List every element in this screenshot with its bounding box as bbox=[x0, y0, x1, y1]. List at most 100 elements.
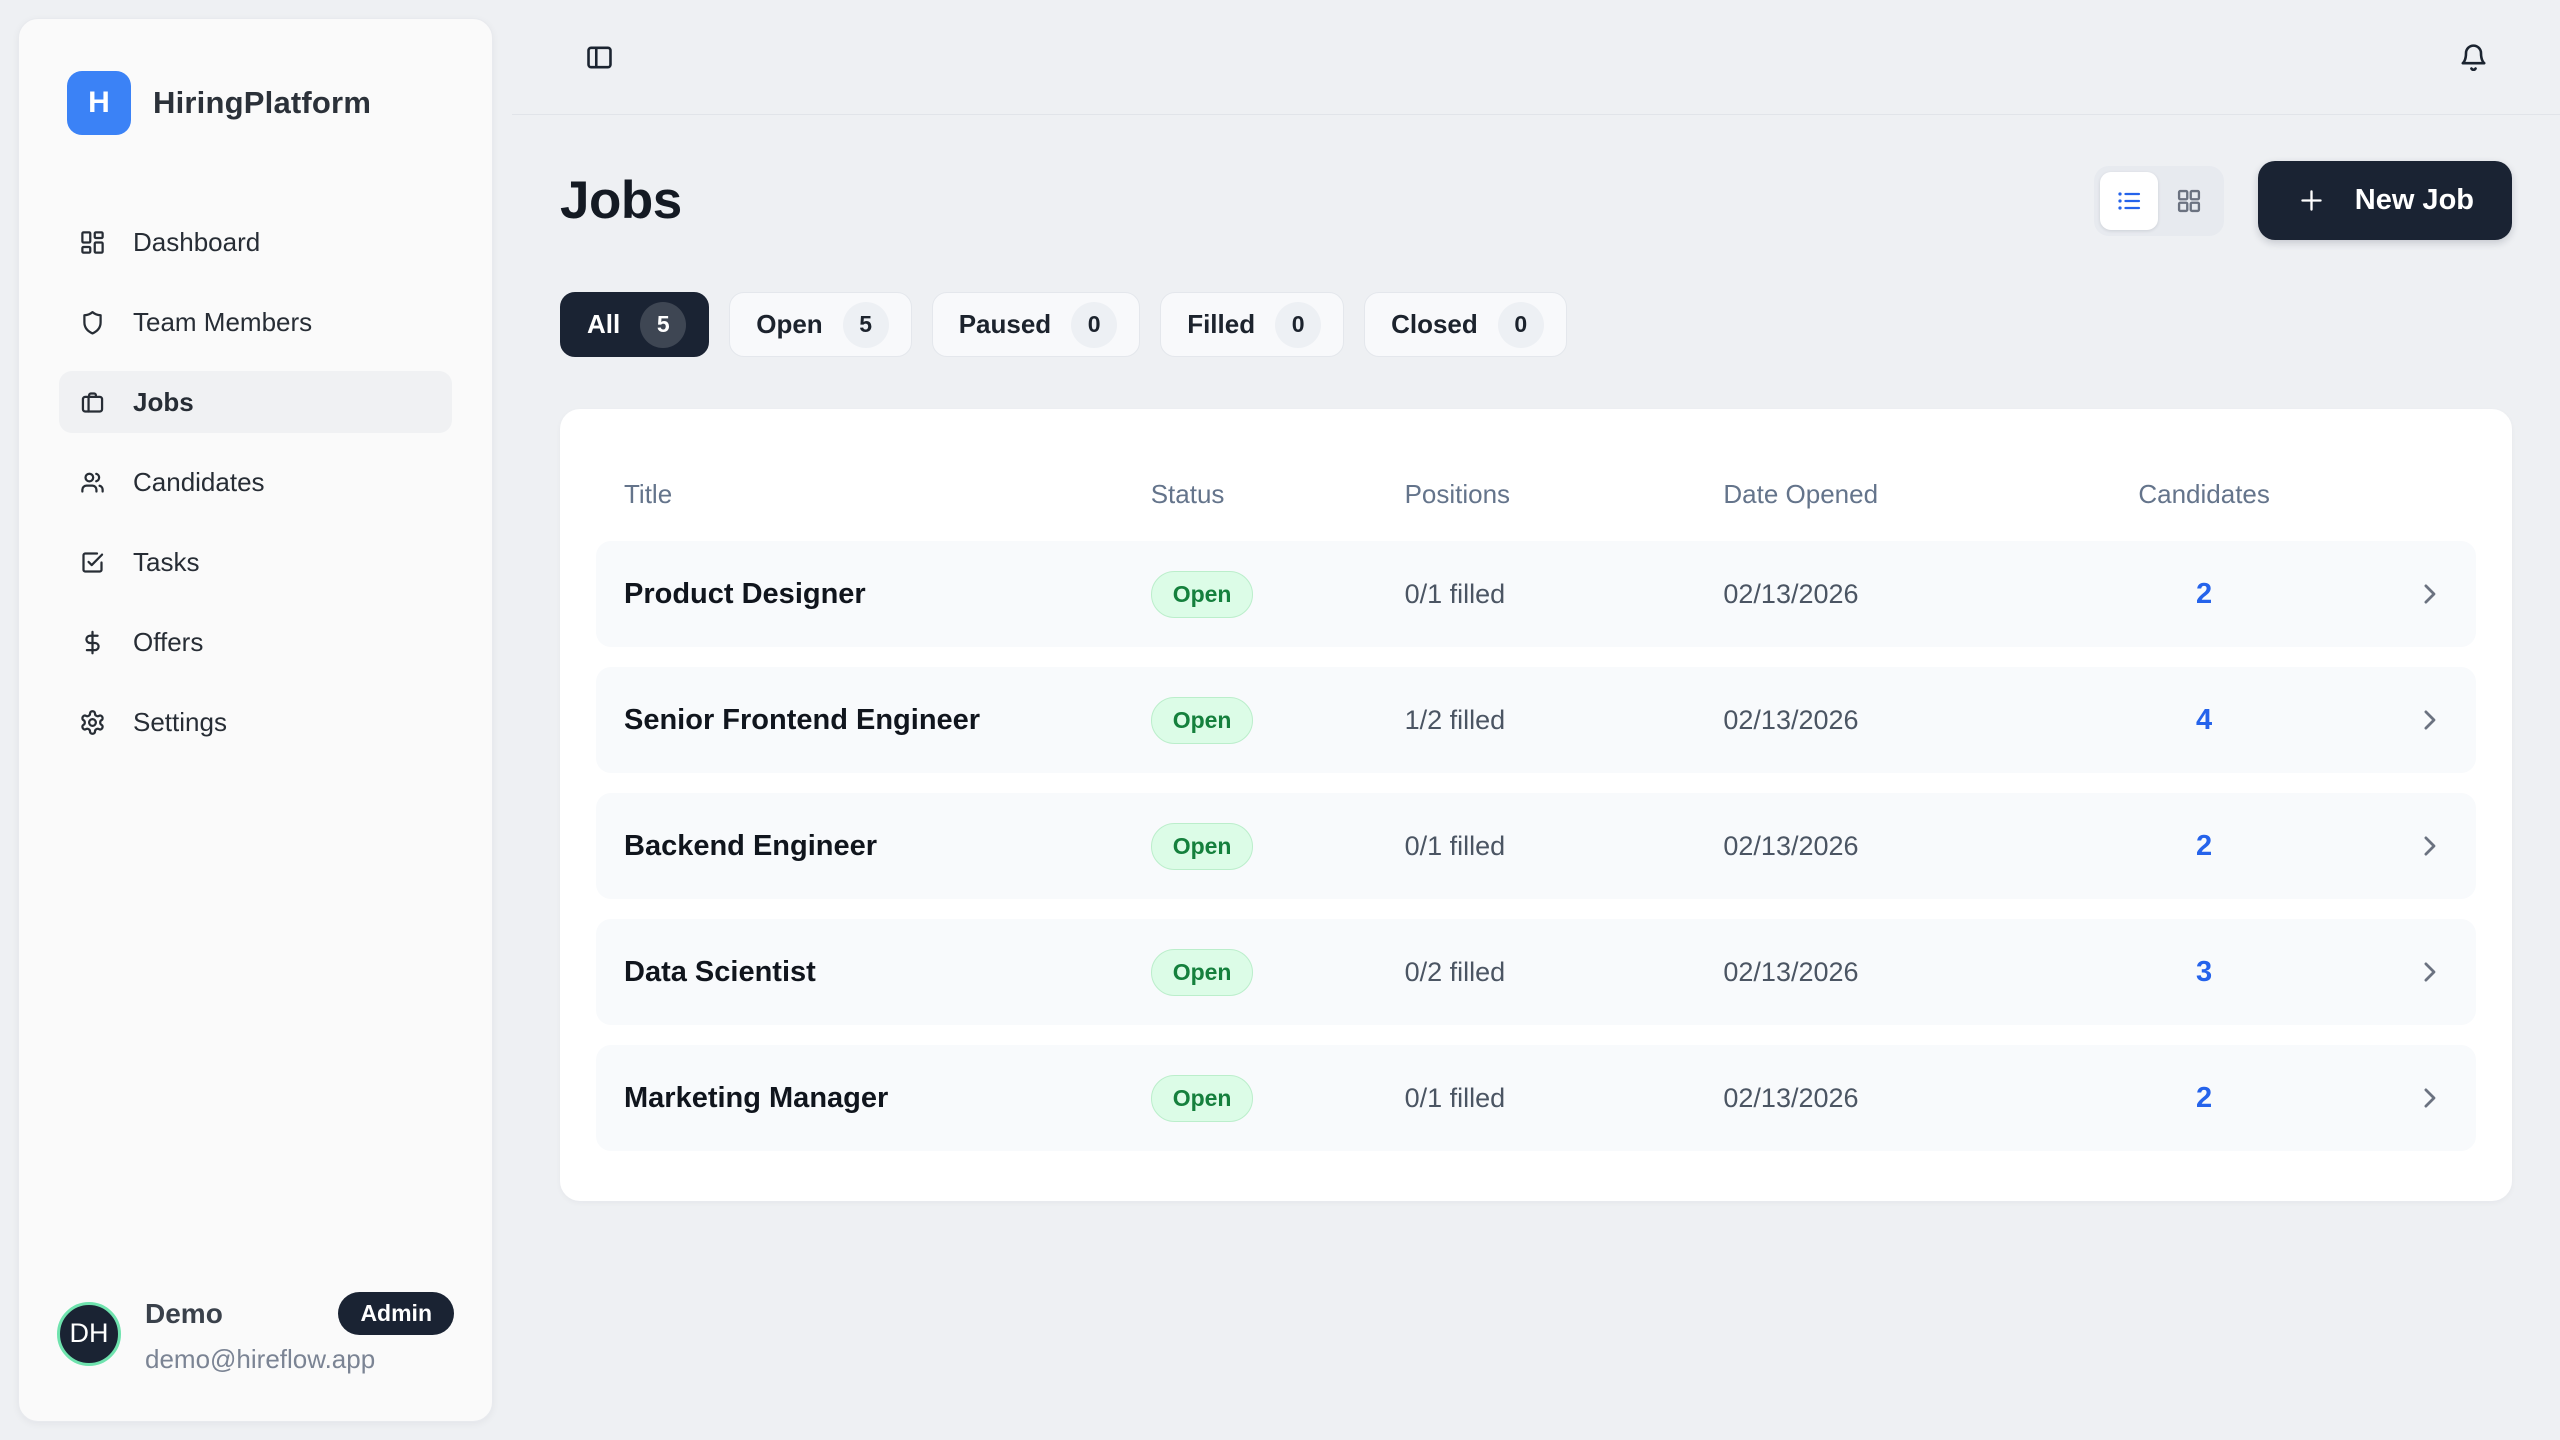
user-info: Demo Admin demo@hireflow.app bbox=[145, 1292, 454, 1375]
sidebar-item-settings[interactable]: Settings bbox=[59, 691, 452, 753]
list-view-button[interactable] bbox=[2100, 172, 2158, 230]
brand: H HiringPlatform bbox=[19, 19, 492, 135]
job-positions: 0/1 filled bbox=[1405, 1083, 1724, 1114]
user-name: Demo bbox=[145, 1298, 223, 1330]
column-header-title: Title bbox=[624, 479, 1151, 510]
row-chevron[interactable] bbox=[2284, 1083, 2448, 1113]
job-date-opened: 02/13/2026 bbox=[1723, 705, 2124, 736]
table-row[interactable]: Marketing Manager Open 0/1 filled 02/13/… bbox=[596, 1045, 2476, 1151]
job-candidates-count[interactable]: 3 bbox=[2124, 956, 2284, 989]
job-date-opened: 02/13/2026 bbox=[1723, 831, 2124, 862]
new-job-button[interactable]: New Job bbox=[2258, 161, 2512, 240]
job-date-opened: 02/13/2026 bbox=[1723, 957, 2124, 988]
user-email: demo@hireflow.app bbox=[145, 1344, 454, 1375]
job-positions: 0/2 filled bbox=[1405, 957, 1724, 988]
job-candidates-count[interactable]: 2 bbox=[2124, 830, 2284, 863]
column-header-candidates: Candidates bbox=[2124, 479, 2284, 510]
page-title: Jobs bbox=[560, 170, 682, 231]
job-candidates-count[interactable]: 4 bbox=[2124, 704, 2284, 737]
row-chevron[interactable] bbox=[2284, 705, 2448, 735]
filter-paused[interactable]: Paused 0 bbox=[932, 292, 1141, 357]
table-row[interactable]: Data Scientist Open 0/2 filled 02/13/202… bbox=[596, 919, 2476, 1025]
filter-label: Filled bbox=[1187, 309, 1255, 340]
job-candidates-count[interactable]: 2 bbox=[2124, 578, 2284, 611]
filter-count-badge: 0 bbox=[1275, 302, 1321, 348]
column-header-date-opened: Date Opened bbox=[1723, 479, 2124, 510]
chevron-right-icon bbox=[2414, 1083, 2444, 1113]
list-icon bbox=[2115, 187, 2143, 215]
jobs-table-card: TitleStatusPositionsDate OpenedCandidate… bbox=[560, 409, 2512, 1201]
job-positions: 0/1 filled bbox=[1405, 831, 1724, 862]
brand-logo-icon: H bbox=[67, 71, 131, 135]
main-area: Jobs New Job All 5 Open 5 bbox=[512, 0, 2560, 1440]
job-positions: 0/1 filled bbox=[1405, 579, 1724, 610]
panel-left-icon bbox=[584, 42, 615, 73]
dollar-icon bbox=[79, 629, 106, 656]
chevron-right-icon bbox=[2414, 579, 2444, 609]
column-header-status: Status bbox=[1151, 479, 1405, 510]
job-date-opened: 02/13/2026 bbox=[1723, 1083, 2124, 1114]
brand-name: HiringPlatform bbox=[153, 85, 371, 121]
row-chevron[interactable] bbox=[2284, 579, 2448, 609]
plus-icon bbox=[2296, 185, 2327, 216]
table-body: Product Designer Open 0/1 filled 02/13/2… bbox=[596, 541, 2476, 1151]
job-title: Senior Frontend Engineer bbox=[624, 704, 1151, 737]
users-icon bbox=[79, 469, 106, 496]
sidebar: H HiringPlatform Dashboard Team Members … bbox=[18, 18, 493, 1422]
filter-filled[interactable]: Filled 0 bbox=[1160, 292, 1344, 357]
job-status-cell: Open bbox=[1151, 697, 1405, 744]
sidebar-item-candidates[interactable]: Candidates bbox=[59, 451, 452, 513]
content: Jobs New Job All 5 Open 5 bbox=[512, 115, 2560, 1440]
status-badge: Open bbox=[1151, 571, 1254, 618]
job-candidates-count[interactable]: 2 bbox=[2124, 1082, 2284, 1115]
job-title: Backend Engineer bbox=[624, 830, 1151, 863]
filter-closed[interactable]: Closed 0 bbox=[1364, 292, 1567, 357]
sidebar-nav: Dashboard Team Members Jobs Candidates T… bbox=[19, 211, 492, 753]
check-square-icon bbox=[79, 549, 106, 576]
status-badge: Open bbox=[1151, 823, 1254, 870]
chevron-right-icon bbox=[2414, 705, 2444, 735]
new-job-label: New Job bbox=[2355, 184, 2474, 217]
sidebar-item-tasks[interactable]: Tasks bbox=[59, 531, 452, 593]
filter-open[interactable]: Open 5 bbox=[729, 292, 911, 357]
filter-count-badge: 5 bbox=[843, 302, 889, 348]
grid-icon bbox=[2175, 187, 2203, 215]
user-section[interactable]: DH Demo Admin demo@hireflow.app bbox=[19, 1292, 492, 1421]
job-positions: 1/2 filled bbox=[1405, 705, 1724, 736]
job-title: Marketing Manager bbox=[624, 1082, 1151, 1115]
filter-label: Closed bbox=[1391, 309, 1478, 340]
job-date-opened: 02/13/2026 bbox=[1723, 579, 2124, 610]
sidebar-item-jobs[interactable]: Jobs bbox=[59, 371, 452, 433]
table-row[interactable]: Senior Frontend Engineer Open 1/2 filled… bbox=[596, 667, 2476, 773]
bell-icon bbox=[2458, 42, 2489, 73]
chevron-right-icon bbox=[2414, 957, 2444, 987]
status-badge: Open bbox=[1151, 949, 1254, 996]
notifications-button[interactable] bbox=[2450, 34, 2496, 80]
role-badge: Admin bbox=[338, 1292, 454, 1335]
sidebar-item-team-members[interactable]: Team Members bbox=[59, 291, 452, 353]
dashboard-icon bbox=[79, 229, 106, 256]
grid-view-button[interactable] bbox=[2160, 172, 2218, 230]
filter-label: All bbox=[587, 309, 620, 340]
status-badge: Open bbox=[1151, 1075, 1254, 1122]
row-chevron[interactable] bbox=[2284, 957, 2448, 987]
sidebar-toggle-button[interactable] bbox=[576, 34, 622, 80]
job-status-cell: Open bbox=[1151, 1075, 1405, 1122]
table-row[interactable]: Product Designer Open 0/1 filled 02/13/2… bbox=[596, 541, 2476, 647]
briefcase-icon bbox=[79, 389, 106, 416]
topbar bbox=[512, 0, 2560, 115]
row-chevron[interactable] bbox=[2284, 831, 2448, 861]
shield-icon bbox=[79, 309, 106, 336]
job-status-cell: Open bbox=[1151, 949, 1405, 996]
sidebar-item-dashboard[interactable]: Dashboard bbox=[59, 211, 452, 273]
column-header-positions: Positions bbox=[1405, 479, 1724, 510]
view-toggle bbox=[2094, 166, 2224, 236]
filter-label: Paused bbox=[959, 309, 1052, 340]
filter-all[interactable]: All 5 bbox=[560, 292, 709, 357]
status-badge: Open bbox=[1151, 697, 1254, 744]
filter-count-badge: 0 bbox=[1071, 302, 1117, 348]
job-status-cell: Open bbox=[1151, 823, 1405, 870]
chevron-right-icon bbox=[2414, 831, 2444, 861]
table-row[interactable]: Backend Engineer Open 0/1 filled 02/13/2… bbox=[596, 793, 2476, 899]
sidebar-item-offers[interactable]: Offers bbox=[59, 611, 452, 673]
